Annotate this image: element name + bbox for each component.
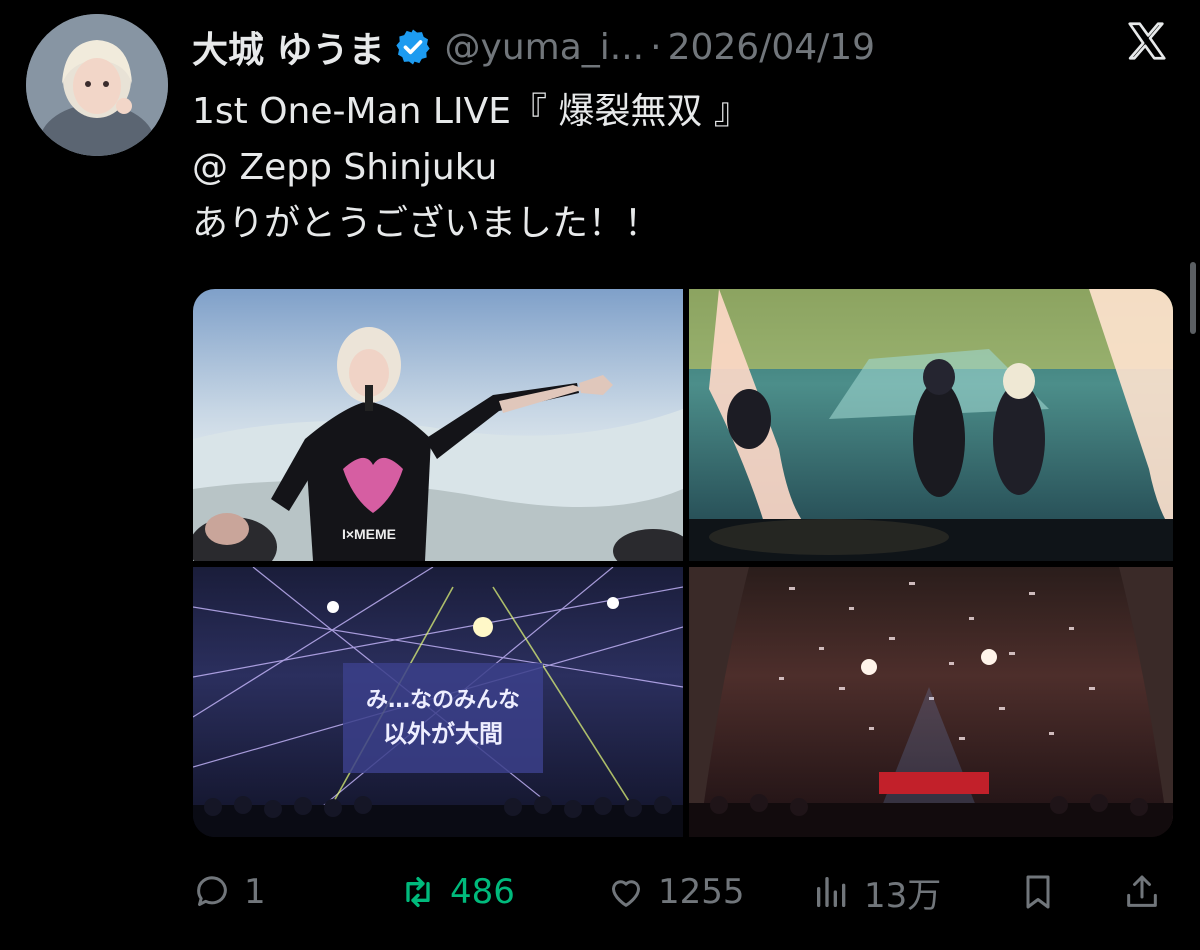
reply-icon — [197, 876, 227, 906]
share-icon — [1127, 875, 1157, 907]
media-photo-1[interactable]: I×MEME — [193, 289, 683, 561]
media-photo-2[interactable] — [689, 289, 1173, 561]
x-logo-icon — [1124, 18, 1170, 64]
tweet-header: 大城 ゆうま @yuma_i... · 2026/04/19 — [192, 20, 875, 74]
reply-count: 1 — [244, 872, 266, 912]
tweet-text-line: ありがとうございました！！ — [192, 203, 661, 244]
bookmark-button[interactable] — [1018, 864, 1058, 920]
avatar[interactable] — [26, 14, 168, 156]
verified-badge-icon — [393, 27, 433, 67]
like-count: 1255 — [658, 872, 745, 912]
tweet-text-line: 1st One-Man LIVE『 爆裂無双 』 — [192, 91, 750, 132]
retweet-button[interactable]: 486 — [398, 864, 515, 920]
screen-text-line2: 以外が大間 — [383, 720, 503, 748]
separator-dot: · — [650, 26, 662, 68]
views-button[interactable]: 13万 — [812, 864, 941, 920]
media-photo-3[interactable]: み…なのみんな 以外が大間 — [193, 567, 683, 837]
screen-text-line1: み…なのみんな — [366, 688, 520, 713]
timestamp[interactable]: 2026/04/19 — [668, 27, 876, 68]
display-name[interactable]: 大城 ゆうま — [192, 21, 385, 73]
retweet-icon — [406, 877, 430, 907]
bookmark-icon — [1026, 875, 1050, 909]
media-grid: I×MEME み…なのみんな 以外が大間 — [193, 289, 1173, 837]
shirt-text: I×MEME — [342, 526, 396, 542]
views-count: 13万 — [864, 875, 942, 916]
handle[interactable]: @yuma_i... — [445, 27, 645, 68]
views-icon — [817, 877, 846, 907]
tweet: 大城 ゆうま @yuma_i... · 2026/04/19 1st One-M… — [0, 0, 1200, 950]
retweet-count: 486 — [450, 872, 515, 912]
action-bar: 1 486 1255 13万 — [192, 864, 1162, 920]
tweet-text: 1st One-Man LIVE『 爆裂無双 』 @ Zepp Shinjuku… — [192, 84, 1152, 252]
heart-icon — [612, 880, 640, 907]
share-button[interactable] — [1122, 864, 1162, 920]
media-photo-4[interactable] — [689, 567, 1173, 837]
reply-button[interactable]: 1 — [192, 864, 266, 920]
scrollbar[interactable] — [1190, 262, 1196, 334]
tweet-text-line: @ Zepp Shinjuku — [192, 147, 498, 188]
like-button[interactable]: 1255 — [606, 864, 745, 920]
